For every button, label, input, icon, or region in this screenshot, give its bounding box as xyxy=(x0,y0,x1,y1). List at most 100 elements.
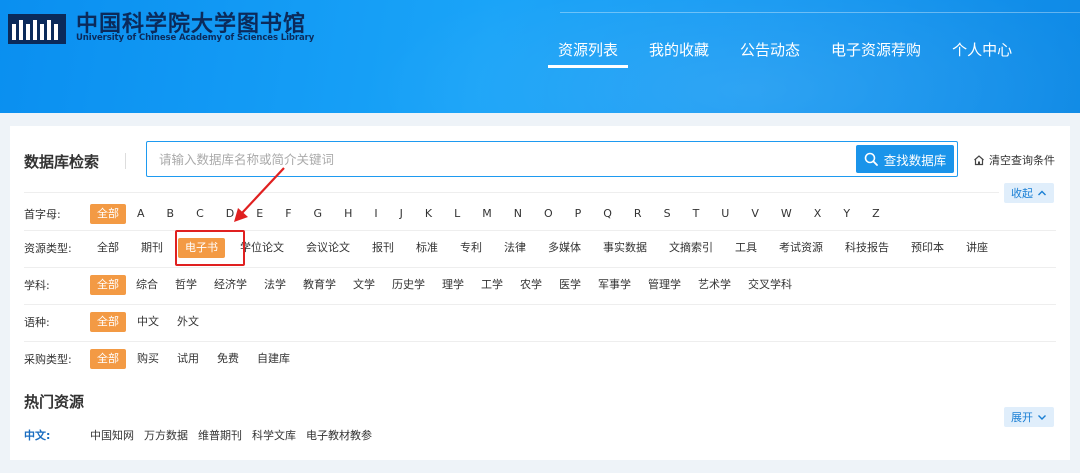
chevron-down-icon xyxy=(1038,415,1046,420)
collapse-button[interactable]: 收起 xyxy=(1004,183,1054,203)
filter-option[interactable]: 哲学 xyxy=(168,275,204,295)
filter-option[interactable]: 法律 xyxy=(497,238,533,258)
filter-option[interactable]: C xyxy=(189,204,211,224)
filter-option[interactable]: 购买 xyxy=(130,349,166,369)
filter-option[interactable]: 全部 xyxy=(90,275,126,295)
filter-option[interactable]: 管理学 xyxy=(641,275,688,295)
filter-option[interactable]: 医学 xyxy=(552,275,588,295)
filter-option[interactable]: 全部 xyxy=(90,204,126,224)
filter-label: 学科: xyxy=(24,279,50,292)
hot-resource-link[interactable]: 维普期刊 xyxy=(198,427,242,443)
nav-item[interactable]: 电子资源荐购 xyxy=(821,38,931,68)
filter-option[interactable]: D xyxy=(219,204,241,224)
nav-item[interactable]: 资源列表 xyxy=(548,38,629,68)
filter-option[interactable]: L xyxy=(447,204,467,224)
filter-option[interactable]: V xyxy=(744,204,766,224)
filter-option[interactable]: 试用 xyxy=(170,349,206,369)
database-search-panel: 数据库检索 查找数据库 清空查询条件 收起 首字母:全部ABCDEFGHIJKL… xyxy=(10,126,1070,460)
library-logo[interactable]: 中国科学院大学图书馆 University of Chinese Academy… xyxy=(8,6,314,46)
filter-option[interactable]: 全部 xyxy=(90,312,126,332)
filter-option[interactable]: 期刊 xyxy=(134,238,170,258)
filter-option[interactable]: I xyxy=(367,204,384,224)
filter-option[interactable]: 全部 xyxy=(90,349,126,369)
filter-option[interactable]: 教育学 xyxy=(296,275,343,295)
filter-option[interactable]: 学位论文 xyxy=(233,238,291,258)
filter-option[interactable]: 专利 xyxy=(453,238,489,258)
filter-option[interactable]: 报刊 xyxy=(365,238,401,258)
nav-item[interactable]: 公告动态 xyxy=(730,38,810,68)
filter-option[interactable]: 文学 xyxy=(346,275,382,295)
filter-option[interactable]: 法学 xyxy=(257,275,293,295)
filter-option[interactable]: 考试资源 xyxy=(772,238,830,258)
hot-resources-row: 中文: 中国知网 万方数据 维普期刊 科学文库 电子教材教参 xyxy=(24,426,382,444)
filter-row: 首字母: 全部 A B C D E F G H I J K L M N O P Q R S T U V W X Y Z xyxy=(24,196,1004,232)
filter-option[interactable]: T xyxy=(686,204,707,224)
filter-option[interactable]: J xyxy=(393,204,410,224)
filter-option[interactable]: E xyxy=(249,204,270,224)
filter-option[interactable]: H xyxy=(337,204,359,224)
row-divider xyxy=(24,267,1056,268)
search-divider xyxy=(125,153,126,169)
hot-resource-link[interactable]: 电子教材教参 xyxy=(306,427,372,443)
header-line xyxy=(560,12,1080,13)
filter-option[interactable]: 自建库 xyxy=(250,349,297,369)
filter-option[interactable]: 事实数据 xyxy=(596,238,654,258)
hot-resource-link[interactable]: 科学文库 xyxy=(252,427,296,443)
filter-option[interactable]: 全部 xyxy=(90,238,126,258)
filter-option[interactable]: R xyxy=(627,204,649,224)
filter-option[interactable]: 农学 xyxy=(513,275,549,295)
filter-option[interactable]: Y xyxy=(836,204,857,224)
filter-option[interactable]: 免费 xyxy=(210,349,246,369)
filter-option[interactable]: 科技报告 xyxy=(838,238,896,258)
filter-option[interactable]: 会议论文 xyxy=(299,238,357,258)
filter-option[interactable]: 预印本 xyxy=(904,238,951,258)
filter-option[interactable]: U xyxy=(714,204,736,224)
filter-option[interactable]: 工学 xyxy=(474,275,510,295)
hot-resource-link[interactable]: 万方数据 xyxy=(144,427,188,443)
filter-option[interactable]: B xyxy=(160,204,182,224)
filter-option[interactable]: 艺术学 xyxy=(691,275,738,295)
nav-item[interactable]: 个人中心 xyxy=(942,38,1022,68)
hot-resource-link[interactable]: 中国知网 xyxy=(90,427,134,443)
search-button[interactable]: 查找数据库 xyxy=(856,145,954,173)
filter-option[interactable]: 军事学 xyxy=(591,275,638,295)
filter-option[interactable]: K xyxy=(418,204,439,224)
filter-option[interactable]: 历史学 xyxy=(385,275,432,295)
clear-query-button[interactable]: 清空查询条件 xyxy=(973,152,1055,168)
filter-option[interactable]: 外文 xyxy=(170,312,206,332)
filter-option[interactable]: 讲座 xyxy=(959,238,995,258)
filter-option[interactable]: 标准 xyxy=(409,238,445,258)
home-icon xyxy=(974,155,984,166)
filter-option[interactable]: N xyxy=(507,204,529,224)
filter-option[interactable]: 综合 xyxy=(129,275,165,295)
filter-label: 语种: xyxy=(24,316,50,329)
site-header: 中国科学院大学图书馆 University of Chinese Academy… xyxy=(0,0,1080,113)
filter-option[interactable]: O xyxy=(537,204,560,224)
filter-option[interactable]: P xyxy=(568,204,589,224)
filter-option[interactable]: 文摘索引 xyxy=(662,238,720,258)
filter-option[interactable]: Q xyxy=(596,204,619,224)
filter-option[interactable]: A xyxy=(130,204,152,224)
filter-label: 首字母: xyxy=(24,208,61,221)
filter-option[interactable]: G xyxy=(307,204,330,224)
filter-option[interactable]: 交叉学科 xyxy=(741,275,799,295)
filter-option[interactable]: 电子书 xyxy=(178,238,225,258)
filter-option[interactable]: F xyxy=(278,204,298,224)
filter-option[interactable]: X xyxy=(807,204,829,224)
filter-row: 学科: 全部 综合 哲学 经济学 法学 教育学 文学 历史学 理学 工学 农学 医学 军事学 管理学 艺术学交… xyxy=(24,267,1004,303)
filter-option[interactable]: 多媒体 xyxy=(541,238,588,258)
filter-option[interactable]: W xyxy=(774,204,799,224)
filter-option[interactable]: 中文 xyxy=(130,312,166,332)
filter-option[interactable]: M xyxy=(475,204,499,224)
filter-option[interactable]: 理学 xyxy=(435,275,471,295)
nav-item[interactable]: 我的收藏 xyxy=(639,38,719,68)
filter-option[interactable]: Z xyxy=(865,204,887,224)
search-box: 查找数据库 xyxy=(146,141,958,177)
expand-button[interactable]: 展开 xyxy=(1004,407,1054,427)
filter-label: 采购类型: xyxy=(24,353,72,366)
search-input[interactable] xyxy=(159,142,849,176)
filter-option[interactable]: 经济学 xyxy=(207,275,254,295)
filter-option[interactable]: 工具 xyxy=(728,238,764,258)
row-divider xyxy=(24,341,1056,342)
filter-option[interactable]: S xyxy=(657,204,678,224)
